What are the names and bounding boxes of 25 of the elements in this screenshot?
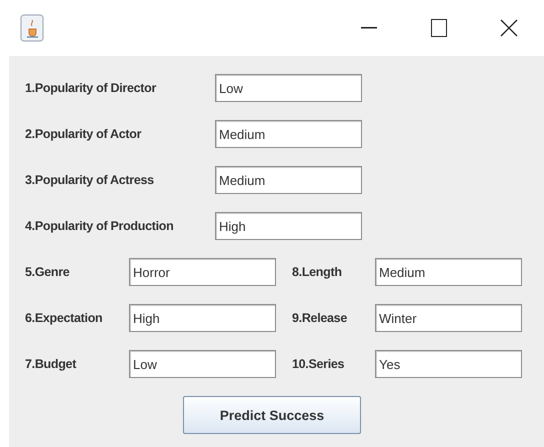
input-field[interactable]: Yes <box>375 350 522 378</box>
input-field[interactable]: Medium <box>215 166 362 194</box>
predict-button[interactable]: Predict Success <box>183 396 361 434</box>
field-label: 4.Popularity of Production <box>25 219 174 233</box>
minimize-icon <box>361 27 377 29</box>
maximize-icon <box>431 19 447 37</box>
field-label: 3.Popularity of Actress <box>25 173 155 187</box>
input-field[interactable]: Medium <box>215 120 362 148</box>
close-icon <box>500 19 518 37</box>
field-label: 6.Expectation <box>25 311 104 325</box>
input-field[interactable]: Horror <box>129 258 276 286</box>
field-label: 10.Series <box>292 357 346 371</box>
input-field[interactable]: High <box>129 304 276 332</box>
input-field[interactable]: High <box>215 212 362 240</box>
field-label: 8.Length <box>292 265 343 279</box>
input-field[interactable]: Medium <box>375 258 522 286</box>
field-label: 1.Popularity of Director <box>25 81 158 95</box>
input-field[interactable]: Low <box>129 350 276 378</box>
app-icon <box>20 14 44 42</box>
input-field[interactable]: Winter <box>375 304 522 332</box>
input-field[interactable]: Low <box>215 74 362 102</box>
field-label: 5.Genre <box>25 265 70 279</box>
field-label: 7.Budget <box>25 357 78 371</box>
field-label: 9.Release <box>292 311 348 325</box>
field-label: 2.Popularity of Actor <box>25 127 142 141</box>
